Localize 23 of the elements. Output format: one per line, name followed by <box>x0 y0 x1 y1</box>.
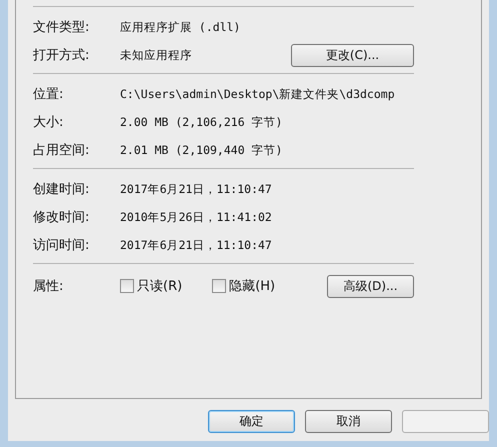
field-label: 属性: <box>33 278 64 295</box>
field-value: 2010年5月26日，11:41:02 <box>120 210 272 224</box>
field-value: 未知应用程序 <box>120 48 192 62</box>
checkbox[interactable]: 隐藏(H) <box>212 277 276 295</box>
field-label: 大小: <box>33 114 64 131</box>
field-value: 2.01 MB (2,109,440 字节) <box>120 142 282 158</box>
dialog-button[interactable]: 确定 <box>208 410 295 433</box>
field-label: 文件类型: <box>33 19 90 36</box>
field-label: 访问时间: <box>33 237 90 254</box>
field-label: 占用空间: <box>33 142 90 159</box>
field-value: 2017年6月21日，11:10:47 <box>120 238 272 252</box>
dialog-button[interactable]: 取消 <box>305 410 392 433</box>
field-value: 2.00 MB (2,106,216 字节) <box>120 114 282 130</box>
field-label: 创建时间: <box>33 181 90 198</box>
field-label: 位置: <box>33 86 64 103</box>
field-label: 修改时间: <box>33 209 90 226</box>
checkbox[interactable]: 只读(R) <box>120 277 182 295</box>
advanced-button[interactable]: 高级(D)... <box>327 274 414 298</box>
field-value: C:\Users\admin\Desktop\新建文件夹\d3dcomp <box>120 86 395 102</box>
field-value: 应用程序扩展 (.dll) <box>120 20 240 34</box>
change-button[interactable]: 更改(C)... <box>291 44 414 66</box>
field-label: 打开方式: <box>33 47 90 64</box>
field-value: 2017年6月21日，11:10:47 <box>120 182 272 196</box>
